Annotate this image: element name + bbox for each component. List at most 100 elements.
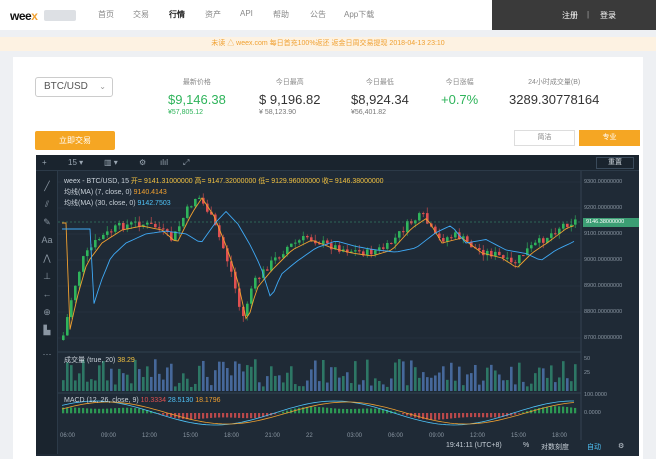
volume-bar (410, 360, 413, 391)
volume-bar (506, 380, 509, 391)
volume-bar (398, 359, 401, 391)
volume-bar (562, 361, 565, 391)
volume-bar (402, 361, 405, 391)
volume-bar (150, 376, 153, 391)
volume-bar (74, 380, 77, 391)
candle-body (186, 206, 189, 218)
macd-bar (258, 413, 261, 418)
macd-bar (194, 413, 197, 420)
macd-bar (82, 408, 85, 414)
stat-label: 今日最低 (365, 79, 394, 86)
stat-sub: ¥56,401.82 (351, 109, 387, 116)
ma30-label: 均线(MA) (30, close, 0) (64, 200, 136, 207)
macd-bar (430, 413, 433, 420)
volume-bar (290, 366, 293, 391)
chart-clock: 19:41:11 (UTC+8) (446, 442, 502, 449)
top-navigation: weex 首页 交易 行情 资产 API 帮助 公告 App下载 注册 | 登录 (0, 0, 656, 30)
volume-bar (326, 382, 329, 391)
notice-banner[interactable]: 未读 △ weex.com 每日首充100%返还 返金日周交易提现 2018-0… (0, 37, 656, 51)
pair-select[interactable]: BTC/USD ⌄ (35, 77, 113, 97)
macd-bar (190, 413, 193, 420)
logo[interactable]: weex (10, 9, 38, 23)
nav-assets[interactable]: 资产 (205, 9, 221, 20)
nav-markets[interactable]: 行情 (169, 9, 185, 20)
volume-tick: 25 (584, 370, 591, 376)
volume-bar (494, 370, 497, 391)
stat-label: 24小时成交量(B) (528, 79, 581, 86)
candle-body (326, 240, 329, 244)
candle-body (82, 256, 85, 272)
volume-bar (62, 380, 65, 391)
trade-now-button[interactable]: 立即交易 (35, 131, 115, 150)
volume-bar (122, 373, 125, 391)
volume-bar (430, 377, 433, 391)
percent-toggle[interactable]: % (523, 442, 529, 449)
volume-bar (330, 367, 333, 391)
time-tick: 03:00 (347, 433, 363, 439)
time-tick: 12:00 (142, 433, 158, 439)
nav-api[interactable]: API (240, 9, 253, 18)
logo-blur (44, 10, 76, 21)
candle-body (250, 288, 253, 304)
volume-bar (174, 386, 177, 391)
price-tick: 8800.00000000 (584, 309, 623, 315)
candle-body (190, 206, 193, 208)
macd-bar (342, 408, 345, 414)
macd-bar (438, 413, 441, 420)
macd-bar (110, 408, 113, 414)
volume-bar (510, 366, 513, 391)
macd-bar (466, 413, 469, 418)
macd-bar (554, 406, 557, 414)
volume-bar (542, 368, 545, 391)
register-link[interactable]: 注册 (562, 10, 578, 21)
candle-body (406, 221, 409, 233)
macd-bar (446, 413, 449, 419)
log-scale-toggle[interactable]: 对数刻度 (541, 442, 569, 452)
macd-bar (282, 411, 285, 414)
macd-bar (534, 408, 537, 414)
candle-body (562, 223, 565, 229)
time-tick: 06:00 (60, 433, 76, 439)
stat-value: $ 9,196.82 (259, 92, 321, 107)
settings-icon[interactable]: ⚙ (618, 442, 624, 450)
time-tick: 21:00 (265, 433, 281, 439)
volume-bar (346, 372, 349, 391)
price-tick: 9100.00000000 (584, 231, 623, 237)
legend-ma30: 均线(MA) (30, close, 0) 9142.7503 (64, 198, 171, 208)
volume-bar (278, 375, 281, 391)
volume-bar (282, 382, 285, 391)
volume-bar (90, 379, 93, 391)
macd-bar (354, 408, 357, 414)
stat-value: $9,146.38 (168, 92, 226, 107)
candle-body (518, 255, 521, 264)
auto-scale-toggle[interactable]: 自动 (587, 442, 601, 452)
ma7-line (62, 197, 575, 330)
login-link[interactable]: 登录 (600, 10, 616, 21)
stat-label: 今日涨幅 (445, 79, 474, 86)
volume-bar (518, 362, 521, 391)
volume-bar (70, 365, 73, 391)
macd-bar (402, 413, 405, 415)
ma7-value: 9140.4143 (133, 189, 167, 196)
mode-simple-button[interactable]: 简洁 (514, 130, 575, 146)
candle-body (370, 249, 373, 255)
nav-announcements[interactable]: 公告 (310, 9, 326, 20)
mode-pro-button[interactable]: 专业 (579, 130, 640, 146)
candle-body (310, 237, 313, 241)
time-tick: 09:00 (101, 433, 117, 439)
macd-bar (98, 408, 101, 414)
macd-bar (458, 413, 461, 418)
volume-bar (102, 361, 105, 391)
nav-home[interactable]: 首页 (98, 9, 114, 20)
candle-body (286, 246, 289, 255)
nav-trade[interactable]: 交易 (133, 9, 149, 20)
macd-bar (478, 413, 481, 418)
candle-body (102, 234, 105, 240)
nav-app-download[interactable]: App下载 (344, 9, 374, 20)
price-tick: 9200.00000000 (584, 205, 623, 211)
volume-bar (558, 377, 561, 391)
trading-chart[interactable]: + 15 ▾ ▥ ▾ ⚙ ılıl ⤢ 重置 ╱ ⫽ ✎ Aa ⋀ ⊥ ← ⊕ … (36, 155, 639, 456)
candle-body (278, 257, 281, 259)
macd-bar (330, 408, 333, 414)
nav-help[interactable]: 帮助 (273, 9, 289, 20)
